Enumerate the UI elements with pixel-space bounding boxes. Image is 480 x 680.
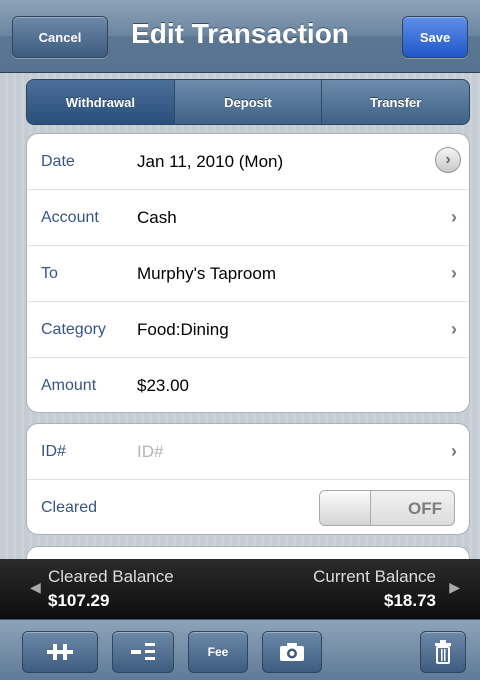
delete-button[interactable] xyxy=(420,631,466,673)
cleared-balance-label: Cleared Balance xyxy=(48,567,174,586)
save-button[interactable]: Save xyxy=(402,16,468,58)
amount-label: Amount xyxy=(41,377,97,394)
trash-icon xyxy=(435,640,451,664)
cleared-toggle[interactable]: OFF xyxy=(319,490,455,526)
current-balance-label: Current Balance xyxy=(313,567,436,586)
cleared-label: Cleared xyxy=(41,499,98,516)
date-label: Date xyxy=(41,153,75,170)
right-arrow-icon[interactable]: ▶ xyxy=(449,579,460,596)
category-row[interactable]: Category Food:Dining › xyxy=(27,302,469,358)
date-disclosure-icon[interactable]: › xyxy=(435,147,461,173)
payee-value: Murphy's Taproom xyxy=(137,264,276,283)
date-value: Jan 11, 2010 (Mon) xyxy=(137,152,284,171)
amount-value[interactable]: $23.00 xyxy=(137,376,189,396)
payee-row[interactable]: To Murphy's Taproom › xyxy=(27,246,469,302)
id-input[interactable]: ID# xyxy=(137,442,163,462)
id-label: ID# xyxy=(41,443,66,460)
itemize-button[interactable] xyxy=(112,631,174,673)
payee-label: To xyxy=(41,265,58,282)
split-icon xyxy=(47,644,73,660)
id-row[interactable]: ID# ID# › xyxy=(27,424,469,480)
left-arrow-icon[interactable]: ◀ xyxy=(30,579,41,596)
toggle-knob xyxy=(320,491,371,525)
fee-button[interactable]: Fee xyxy=(188,631,248,673)
cleared-balance-value: $107.29 xyxy=(48,591,110,610)
account-label: Account xyxy=(41,209,99,226)
transaction-details-group: Date Jan 11, 2010 (Mon) › Account Cash ›… xyxy=(26,133,470,413)
split-button[interactable] xyxy=(22,631,98,673)
transaction-type-segmented-control: Withdrawal Deposit Transfer xyxy=(26,79,470,125)
chevron-right-icon: › xyxy=(451,319,457,339)
camera-button[interactable] xyxy=(262,631,322,673)
chevron-right-icon: › xyxy=(451,263,457,283)
balance-bar: ◀ Cleared Balance $107.29 Current Balanc… xyxy=(0,559,480,619)
camera-icon xyxy=(280,643,304,661)
navigation-bar: Cancel Edit Transaction Save xyxy=(0,0,480,73)
chevron-right-icon: › xyxy=(451,207,457,227)
amount-row[interactable]: Amount $23.00 xyxy=(27,358,469,412)
chevron-right-icon: › xyxy=(451,441,457,461)
toggle-state: OFF xyxy=(408,499,442,518)
category-value: Food:Dining xyxy=(137,320,229,339)
current-balance-value: $18.73 xyxy=(384,591,436,610)
segment-transfer[interactable]: Transfer xyxy=(321,80,469,124)
bottom-toolbar: Fee xyxy=(0,619,480,680)
account-row[interactable]: Account Cash › xyxy=(27,190,469,246)
account-value: Cash xyxy=(137,208,177,227)
reference-group: ID# ID# › Cleared OFF xyxy=(26,423,470,535)
transaction-form: Withdrawal Deposit Transfer Date Jan 11,… xyxy=(0,73,480,578)
itemize-icon xyxy=(131,643,155,660)
category-label: Category xyxy=(41,321,106,338)
segment-withdrawal[interactable]: Withdrawal xyxy=(27,80,174,124)
cleared-row: Cleared OFF xyxy=(27,480,469,534)
date-row[interactable]: Date Jan 11, 2010 (Mon) › xyxy=(27,134,469,190)
segment-deposit[interactable]: Deposit xyxy=(173,80,322,124)
